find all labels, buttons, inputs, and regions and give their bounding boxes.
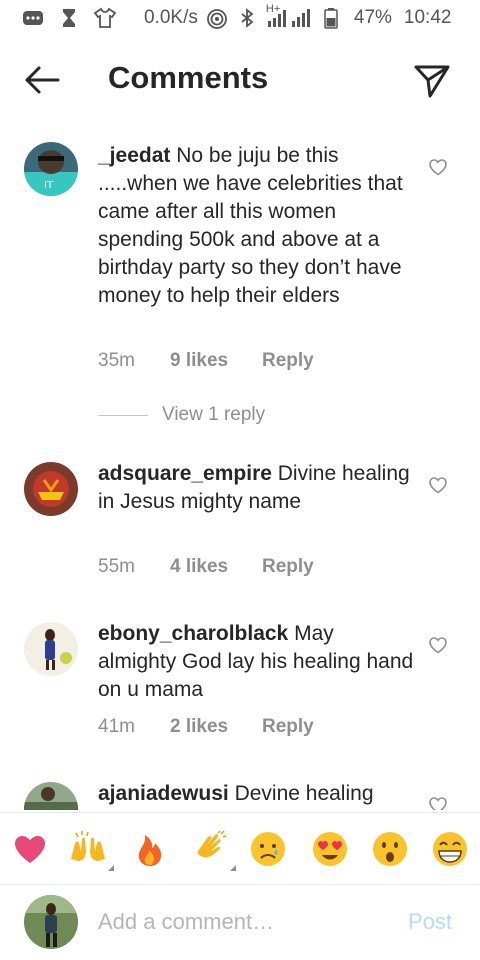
surprised-face-emoji-button[interactable] — [370, 829, 410, 869]
heart-outline-icon — [429, 477, 447, 494]
sad-face-icon — [251, 832, 285, 866]
signal-icon: H+ — [266, 3, 316, 29]
raising-hands-icon — [71, 831, 105, 861]
comment-likes[interactable]: 4 likes — [170, 556, 262, 578]
clapping-hands-icon — [197, 830, 227, 858]
reply-button[interactable]: Reply — [262, 716, 314, 738]
battery-level: 47% — [353, 7, 392, 28]
comment-username[interactable]: ajaniadewusi — [98, 782, 229, 805]
comment-time: 55m — [98, 556, 135, 577]
page-title: Comments — [108, 60, 269, 95]
reply-button[interactable]: Reply — [262, 350, 314, 372]
heart-eyes-face-icon — [313, 832, 347, 866]
header: Comments — [0, 40, 480, 120]
fire-icon — [138, 835, 162, 866]
fire-emoji-button[interactable] — [130, 829, 170, 869]
avatar[interactable] — [24, 622, 78, 676]
heart-outline-icon — [429, 797, 447, 810]
comment-likes[interactable]: 9 likes — [170, 350, 262, 372]
clapping-hands-emoji-button[interactable] — [190, 829, 236, 871]
hotspot-icon — [206, 7, 228, 29]
post-button[interactable]: Post — [408, 909, 452, 935]
my-avatar — [24, 895, 78, 949]
chat-icon — [22, 7, 44, 29]
like-comment-button[interactable] — [428, 476, 448, 494]
like-comment-button[interactable] — [428, 636, 448, 654]
comment-body: Devine healing — [234, 782, 374, 805]
paper-plane-icon — [414, 65, 450, 98]
heart-outline-icon — [429, 637, 447, 654]
comment-time: 41m — [98, 716, 135, 737]
comment-text: _jeedat No be juju be this .....when we … — [98, 142, 416, 310]
like-comment-button[interactable] — [428, 796, 448, 810]
arrow-left-icon — [25, 66, 60, 94]
comment-meta: 41m 2 likes Reply — [98, 716, 314, 738]
tshirt-icon — [93, 7, 117, 29]
comment-input[interactable] — [98, 905, 388, 939]
comment-body: No be juju be this .....when we have cel… — [98, 144, 403, 307]
svg-text:IT: IT — [44, 180, 54, 191]
like-comment-button[interactable] — [428, 158, 448, 176]
surprised-face-icon — [373, 832, 407, 866]
hourglass-icon — [58, 7, 80, 29]
emoji-quick-bar — [0, 812, 480, 882]
comment-list[interactable]: IT _jeedat No be juju be this .....when … — [0, 130, 480, 810]
grinning-face-emoji-button[interactable] — [430, 829, 470, 869]
avatar[interactable] — [24, 782, 78, 810]
raising-hands-emoji-button[interactable] — [68, 829, 114, 871]
share-button[interactable] — [412, 60, 452, 100]
comment-username[interactable]: adsquare_empire — [98, 462, 272, 485]
comment-text: ebony_charolblack May almighty God lay h… — [98, 620, 416, 704]
comment-time: 35m — [98, 350, 135, 371]
comment-composer: Post — [0, 884, 480, 960]
status-bar: 0.0K/s H+ 47% 10:42 — [0, 0, 480, 38]
comment-username[interactable]: _jeedat — [98, 144, 170, 167]
heart-emoji-button[interactable] — [10, 829, 50, 869]
comment-likes[interactable]: 2 likes — [170, 716, 262, 738]
divider — [98, 414, 148, 416]
avatar[interactable] — [24, 462, 78, 516]
battery-icon — [324, 7, 346, 29]
clock: 10:42 — [403, 7, 452, 28]
heart-outline-icon — [429, 159, 447, 176]
comment-text: adsquare_empire Divine healing in Jesus … — [98, 460, 416, 516]
bluetooth-icon — [236, 7, 258, 29]
grinning-face-icon — [433, 832, 467, 866]
comment-meta: 55m 4 likes Reply — [98, 556, 314, 578]
sad-face-emoji-button[interactable] — [248, 829, 288, 869]
skin-tone-indicator — [230, 865, 236, 871]
view-replies-label: View 1 reply — [162, 404, 266, 425]
comment-meta: 35m 9 likes Reply — [98, 350, 314, 372]
heart-eyes-emoji-button[interactable] — [310, 829, 350, 869]
reply-button[interactable]: Reply — [262, 556, 314, 578]
network-speed: 0.0K/s — [144, 7, 198, 28]
avatar[interactable]: IT — [24, 142, 78, 196]
skin-tone-indicator — [108, 865, 114, 871]
comment-username[interactable]: ebony_charolblack — [98, 622, 288, 645]
view-replies-button[interactable]: View 1 reply — [98, 404, 265, 426]
back-button[interactable] — [22, 64, 62, 96]
comment-text: ajaniadewusi Devine healing — [98, 780, 416, 808]
heart-emoji-icon — [15, 836, 45, 863]
